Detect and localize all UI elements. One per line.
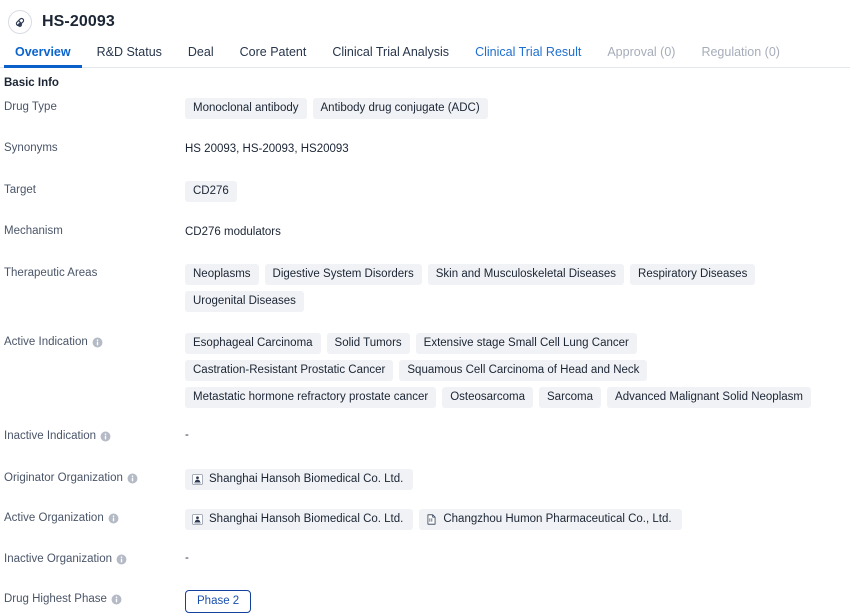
value-therapeutic-areas: Neoplasms Digestive System Disorders Ski…	[185, 262, 850, 312]
value-target: CD276	[185, 179, 850, 202]
label-originator-organization: Originator Organization	[4, 467, 185, 486]
row-therapeutic-areas: Therapeutic Areas Neoplasms Digestive Sy…	[4, 262, 850, 312]
value-inactive-organization: -	[185, 548, 850, 564]
value-originator-organization: Shanghai Hansoh Biomedical Co. Ltd.	[185, 467, 850, 490]
label-drug-type: Drug Type	[4, 96, 185, 115]
tab-approval: Approval (0)	[607, 45, 676, 59]
section-title-basic-info: Basic Info	[4, 77, 59, 89]
label-text: Drug Highest Phase	[4, 593, 107, 605]
tab-clinical-trial-result[interactable]: Clinical Trial Result	[462, 45, 594, 67]
row-active-organization: Active Organization Shanghai Hansoh Biom…	[4, 507, 850, 531]
tab-core-patent[interactable]: Core Patent	[227, 45, 320, 67]
row-drug-highest-phase: Drug Highest Phase Phase 2	[4, 588, 850, 613]
organization-name: Shanghai Hansoh Biomedical Co. Ltd.	[209, 473, 404, 485]
tag-active-indication[interactable]: Solid Tumors	[326, 333, 410, 354]
empty-value: -	[185, 429, 189, 441]
value-drug-type: Monoclonal antibody Antibody drug conjug…	[185, 96, 850, 119]
row-active-indication: Active Indication Esophageal Carcinoma S…	[4, 331, 850, 408]
label-text: Synonyms	[4, 142, 58, 154]
label-mechanism: Mechanism	[4, 220, 185, 239]
label-text: Target	[4, 184, 36, 196]
info-icon[interactable]	[100, 431, 111, 442]
value-mechanism: CD276 modulators	[185, 226, 281, 238]
tag-active-indication[interactable]: Esophageal Carcinoma	[185, 333, 321, 354]
info-icon[interactable]	[127, 473, 138, 484]
row-originator-organization: Originator Organization Shanghai Hansoh …	[4, 467, 850, 491]
tab-rd-status[interactable]: R&D Status	[84, 45, 175, 67]
status-badge-phase[interactable]: Phase 2	[185, 590, 252, 613]
tag-therapeutic-area[interactable]: Urogenital Diseases	[185, 291, 304, 312]
page-header: HS-20093	[0, 0, 850, 36]
info-icon[interactable]	[92, 337, 103, 348]
tag-active-indication[interactable]: Sarcoma	[539, 387, 602, 408]
label-inactive-indication: Inactive Indication	[4, 425, 185, 444]
value-active-organization: Shanghai Hansoh Biomedical Co. Ltd. Chan…	[185, 507, 850, 530]
row-drug-type: Drug Type Monoclonal antibody Antibody d…	[4, 96, 850, 120]
tag-therapeutic-area[interactable]: Digestive System Disorders	[264, 264, 422, 285]
tag-target[interactable]: CD276	[185, 181, 237, 202]
tag-active-indication[interactable]: Metastatic hormone refractory prostate c…	[185, 387, 437, 408]
empty-value: -	[185, 552, 189, 564]
tab-clinical-trial-analysis[interactable]: Clinical Trial Analysis	[319, 45, 462, 67]
tag-active-indication[interactable]: Castration-Resistant Prostatic Cancer	[185, 360, 394, 381]
label-inactive-organization: Inactive Organization	[4, 548, 185, 567]
tag-drug-type[interactable]: Antibody drug conjugate (ADC)	[312, 98, 488, 119]
page-title: HS-20093	[42, 12, 115, 30]
capsule-pill-icon	[8, 9, 32, 34]
value-inactive-indication: -	[185, 425, 850, 441]
tab-overview[interactable]: Overview	[2, 45, 84, 68]
organization-person-icon	[192, 513, 203, 525]
info-icon[interactable]	[111, 594, 122, 605]
basic-info-rows: Drug Type Monoclonal antibody Antibody d…	[0, 96, 850, 613]
label-text: Therapeutic Areas	[4, 267, 98, 279]
organization-name: Changzhou Humon Pharmaceutical Co., Ltd.	[443, 513, 672, 525]
row-synonyms: Synonyms HS 20093, HS-20093, HS20093	[4, 137, 850, 161]
row-mechanism: Mechanism CD276 modulators	[4, 220, 850, 244]
tag-active-indication[interactable]: Squamous Cell Carcinoma of Head and Neck	[399, 360, 648, 381]
drug-detail-page: HS-20093 Overview R&D Status Deal Core P…	[0, 0, 850, 613]
info-icon[interactable]	[116, 554, 127, 565]
tag-organization[interactable]: Changzhou Humon Pharmaceutical Co., Ltd.	[419, 509, 682, 530]
tag-organization[interactable]: Shanghai Hansoh Biomedical Co. Ltd.	[185, 469, 414, 490]
tab-regulation: Regulation (0)	[701, 45, 780, 59]
tag-therapeutic-area[interactable]: Skin and Musculoskeletal Diseases	[427, 264, 625, 285]
label-text: Originator Organization	[4, 472, 123, 484]
label-text: Mechanism	[4, 225, 63, 237]
organization-building-icon	[426, 513, 437, 525]
label-text: Active Organization	[4, 512, 104, 524]
tag-therapeutic-area[interactable]: Respiratory Diseases	[630, 264, 756, 285]
value-synonyms: HS 20093, HS-20093, HS20093	[185, 143, 349, 155]
tag-active-indication[interactable]: Advanced Malignant Solid Neoplasm	[607, 387, 811, 408]
label-text: Inactive Indication	[4, 430, 97, 442]
tag-active-indication[interactable]: Osteosarcoma	[442, 387, 533, 408]
label-active-indication: Active Indication	[4, 331, 185, 350]
row-inactive-indication: Inactive Indication -	[4, 425, 850, 449]
label-drug-highest-phase: Drug Highest Phase	[4, 588, 185, 607]
value-active-indication: Esophageal Carcinoma Solid Tumors Extens…	[185, 331, 850, 408]
value-drug-highest-phase: Phase 2	[185, 588, 850, 613]
label-active-organization: Active Organization	[4, 507, 185, 526]
tag-therapeutic-area[interactable]: Neoplasms	[185, 264, 259, 285]
organization-person-icon	[192, 473, 203, 485]
label-synonyms: Synonyms	[4, 137, 185, 156]
label-target: Target	[4, 179, 185, 198]
organization-name: Shanghai Hansoh Biomedical Co. Ltd.	[209, 513, 404, 525]
tag-active-indication[interactable]: Extensive stage Small Cell Lung Cancer	[415, 333, 637, 354]
row-inactive-organization: Inactive Organization -	[4, 548, 850, 572]
label-text: Drug Type	[4, 101, 57, 113]
label-text: Inactive Organization	[4, 553, 113, 565]
label-therapeutic-areas: Therapeutic Areas	[4, 262, 185, 281]
label-text: Active Indication	[4, 336, 88, 348]
tag-drug-type[interactable]: Monoclonal antibody	[185, 98, 307, 119]
row-target: Target CD276	[4, 179, 850, 203]
tab-bar: Overview R&D Status Deal Core Patent Cli…	[0, 40, 850, 68]
info-icon[interactable]	[108, 513, 119, 524]
tab-deal[interactable]: Deal	[175, 45, 227, 67]
tag-organization[interactable]: Shanghai Hansoh Biomedical Co. Ltd.	[185, 509, 414, 530]
